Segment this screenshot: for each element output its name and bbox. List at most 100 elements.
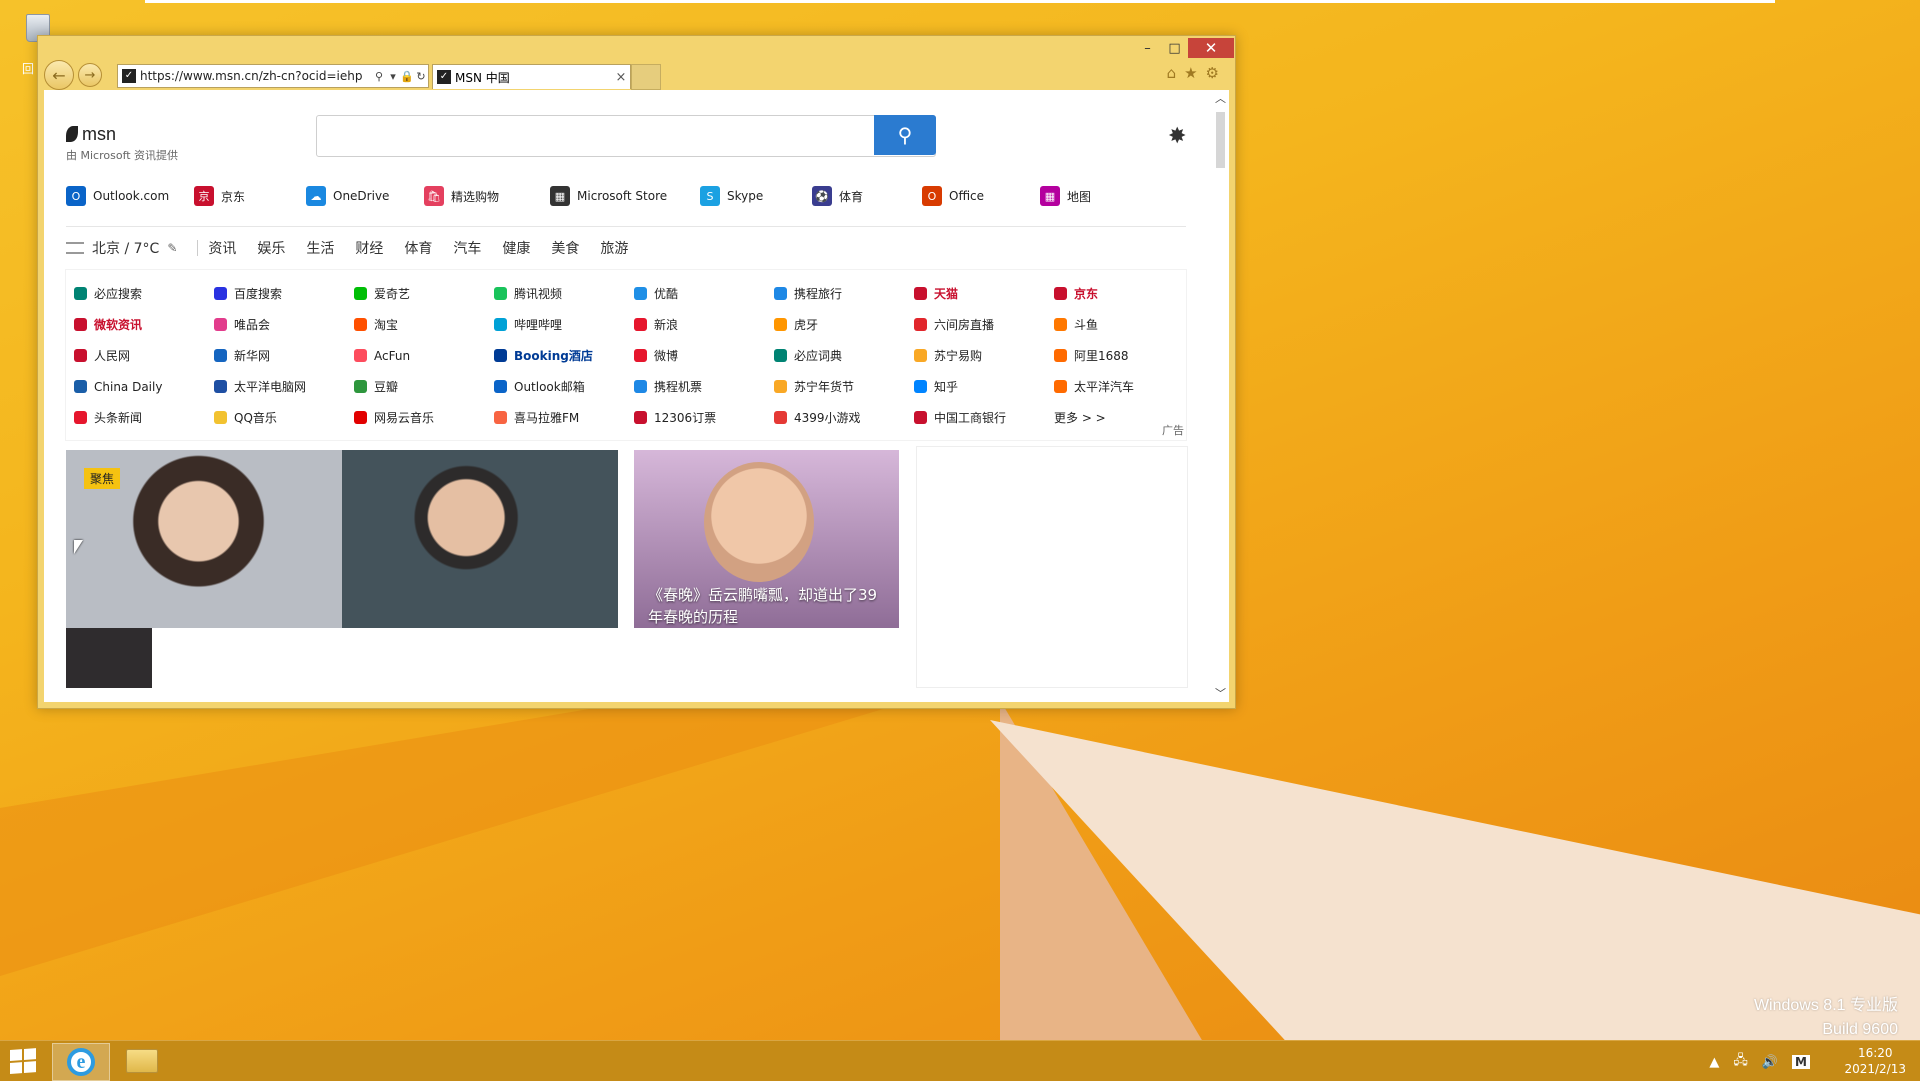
site-link[interactable]: 斗鱼	[1054, 309, 1194, 340]
weather-widget[interactable]: 北京 / 7°C ✎	[66, 238, 177, 258]
site-link[interactable]: 京东	[1054, 278, 1194, 309]
site-link[interactable]: 携程机票	[634, 371, 774, 402]
search-input[interactable]: ⚲	[316, 115, 936, 157]
tab-close-icon[interactable]: ×	[612, 70, 630, 85]
maximize-button[interactable]: □	[1161, 38, 1188, 58]
search-button[interactable]: ⚲	[874, 115, 936, 155]
site-link[interactable]: 太平洋电脑网	[214, 371, 354, 402]
site-link[interactable]: 新浪	[634, 309, 774, 340]
category-link[interactable]: 健康	[502, 238, 530, 258]
site-link[interactable]: 头条新闻	[74, 402, 214, 433]
gear-icon[interactable]: ✸	[1168, 124, 1186, 149]
network-icon[interactable]: 🖧	[1733, 1051, 1748, 1073]
address-bar[interactable]: ✓ https://www.msn.cn/zh-cn?ocid=iehp ⚲ ▾…	[117, 64, 429, 88]
site-link-label: 豆瓣	[374, 380, 399, 394]
site-link[interactable]: 苏宁易购	[914, 340, 1054, 371]
msn-logo[interactable]: msn 由 Microsoft 资讯提供	[66, 124, 178, 163]
site-link[interactable]: 12306订票	[634, 402, 774, 433]
category-link[interactable]: 汽车	[453, 238, 481, 258]
tab-msn[interactable]: ✓ MSN 中国 ×	[432, 64, 631, 89]
site-link[interactable]: 唯品会	[214, 309, 354, 340]
news-card[interactable]: 《春晚》岳云鹏嘴瓢，却道出了39年春晚的历程	[634, 450, 899, 628]
news-caption[interactable]: 《春晚》岳云鹏嘴瓢，却道出了39年春晚的历程	[648, 584, 888, 628]
dropdown-icon[interactable]: ▾	[386, 70, 400, 83]
scroll-thumb[interactable]	[1216, 112, 1225, 168]
settings-icon[interactable]: ⚙	[1206, 64, 1219, 82]
edit-icon[interactable]: ✎	[167, 241, 177, 255]
close-button[interactable]: ✕	[1188, 38, 1234, 58]
clock[interactable]: 16:20 2021/2/13	[1844, 1045, 1906, 1077]
category-link[interactable]: 生活	[306, 238, 334, 258]
site-link[interactable]: 虎牙	[774, 309, 914, 340]
site-link[interactable]: 苏宁年货节	[774, 371, 914, 402]
quick-link-label: Skype	[727, 189, 764, 203]
quick-link-item[interactable]: 🛍 精选购物	[424, 182, 550, 210]
taskbar-explorer-button[interactable]	[114, 1043, 170, 1079]
site-link[interactable]: 4399小游戏	[774, 402, 914, 433]
site-link[interactable]: 新华网	[214, 340, 354, 371]
site-link[interactable]: 必应搜索	[74, 278, 214, 309]
site-link[interactable]: 太平洋汽车	[1054, 371, 1194, 402]
site-link[interactable]: 中国工商银行	[914, 402, 1054, 433]
site-link[interactable]: 阿里1688	[1054, 340, 1194, 371]
category-link[interactable]: 娱乐	[257, 238, 285, 258]
site-link[interactable]: 人民网	[74, 340, 214, 371]
site-link[interactable]: 百度搜索	[214, 278, 354, 309]
taskbar-ie-button[interactable]: e	[52, 1043, 110, 1081]
site-link[interactable]: 豆瓣	[354, 371, 494, 402]
site-link[interactable]: 网易云音乐	[354, 402, 494, 433]
lock-icon[interactable]: 🔒	[400, 70, 414, 83]
category-link[interactable]: 资讯	[208, 238, 236, 258]
favorites-icon[interactable]: ★	[1184, 64, 1197, 82]
site-link[interactable]: Booking酒店	[494, 340, 634, 371]
home-icon[interactable]: ⌂	[1167, 64, 1177, 82]
site-link[interactable]: 微软资讯	[74, 309, 214, 340]
address-url[interactable]: https://www.msn.cn/zh-cn?ocid=iehp	[140, 69, 372, 83]
scroll-down-icon[interactable]: ﹀	[1212, 685, 1229, 702]
site-link[interactable]: 携程旅行	[774, 278, 914, 309]
back-button[interactable]: ←	[44, 60, 74, 90]
refresh-icon[interactable]: ↻	[414, 70, 428, 83]
show-hidden-icon[interactable]: ▲	[1709, 1055, 1719, 1070]
quick-link-item[interactable]: ⚽ 体育	[812, 182, 922, 210]
site-link[interactable]: 天猫	[914, 278, 1054, 309]
start-button[interactable]	[10, 1048, 38, 1074]
scroll-up-icon[interactable]: ︿	[1212, 90, 1229, 107]
site-link[interactable]: 喜马拉雅FM	[494, 402, 634, 433]
site-link[interactable]: 哔哩哔哩	[494, 309, 634, 340]
forward-button[interactable]: →	[78, 63, 102, 87]
site-link[interactable]: QQ音乐	[214, 402, 354, 433]
quick-link-item[interactable]: O Office	[922, 182, 1040, 210]
quick-link-item[interactable]: ▦ 地图	[1040, 182, 1100, 210]
quick-link-item[interactable]: 京京东	[194, 182, 306, 210]
category-link[interactable]: 体育	[404, 238, 432, 258]
quick-link-item[interactable]: S Skype	[700, 182, 812, 210]
new-tab-button[interactable]	[631, 64, 661, 90]
volume-icon[interactable]: 🔊	[1762, 1055, 1778, 1070]
vertical-scrollbar[interactable]: ︿ ﹀	[1212, 90, 1229, 702]
category-link[interactable]: 旅游	[600, 238, 628, 258]
site-link[interactable]: 必应词典	[774, 340, 914, 371]
search-icon[interactable]: ⚲	[372, 70, 386, 83]
site-link[interactable]: 爱奇艺	[354, 278, 494, 309]
site-link[interactable]: China Daily	[74, 371, 214, 402]
category-link[interactable]: 财经	[355, 238, 383, 258]
site-link[interactable]: 六间房直播	[914, 309, 1054, 340]
hero-card[interactable]: 聚焦	[66, 450, 618, 628]
site-link[interactable]: 腾讯视频	[494, 278, 634, 309]
category-link[interactable]: 美食	[551, 238, 579, 258]
site-link[interactable]: 优酷	[634, 278, 774, 309]
site-link[interactable]: 微博	[634, 340, 774, 371]
quick-link-item[interactable]: O Outlook.com	[66, 182, 194, 210]
site-link-label: 百度搜索	[234, 287, 283, 301]
quick-link-item[interactable]: ☁ OneDrive	[306, 182, 424, 210]
input-method-icon[interactable]: M	[1792, 1055, 1810, 1069]
site-favicon-icon	[354, 287, 367, 300]
site-link[interactable]: AcFun	[354, 340, 494, 371]
minimize-button[interactable]: –	[1134, 38, 1161, 58]
site-link[interactable]: 淘宝	[354, 309, 494, 340]
site-link[interactable]: 知乎	[914, 371, 1054, 402]
quick-link-item[interactable]: ▦ Microsoft Store	[550, 182, 700, 210]
site-link[interactable]: Outlook邮箱	[494, 371, 634, 402]
internet-explorer-icon: e	[67, 1048, 95, 1076]
